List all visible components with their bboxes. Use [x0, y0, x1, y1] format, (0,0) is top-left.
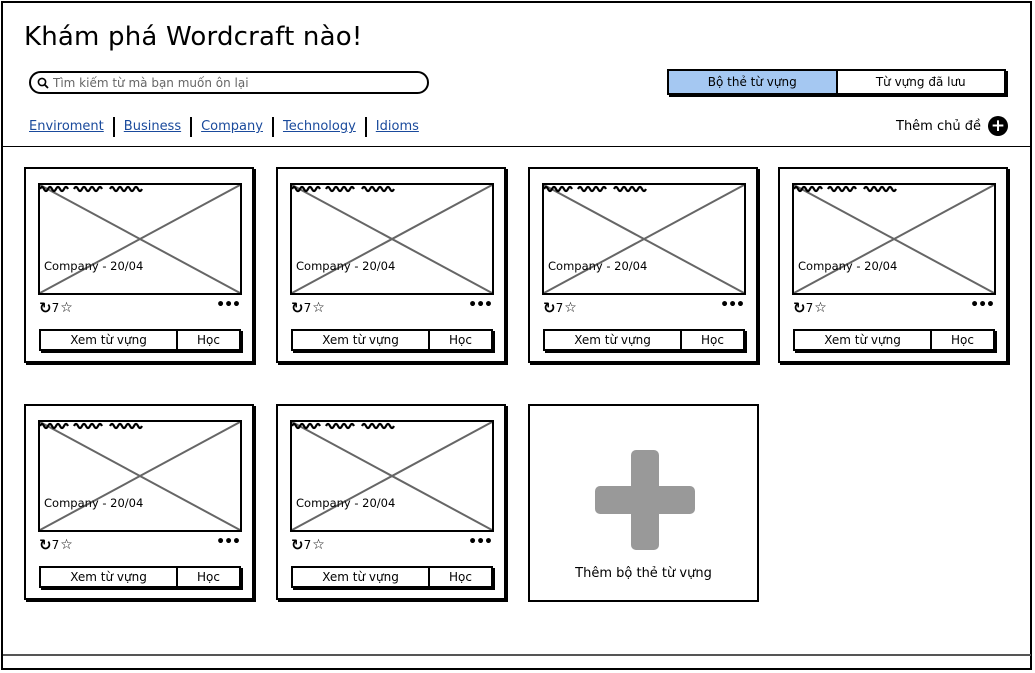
footer-divider — [3, 654, 1031, 656]
topic-link[interactable]: Technology — [271, 117, 365, 137]
learn-button[interactable]: Học — [932, 331, 993, 349]
search-bar[interactable] — [29, 71, 429, 94]
card-actions: Xem từ vựng Học — [291, 329, 493, 351]
card-actions: Xem từ vựng Học — [39, 566, 241, 588]
refresh-icon[interactable]: ↻ — [291, 536, 304, 554]
card-stats: ↻ 7 ☆ — [291, 536, 325, 554]
review-count: 7 — [51, 538, 60, 552]
add-vocab-set-card[interactable]: Thêm bộ thẻ từ vựng — [528, 404, 759, 602]
card-meta: Company - 20/04 — [296, 496, 396, 510]
card-stats: ↻ 7 ☆ — [39, 536, 73, 554]
card-meta: Company - 20/04 — [548, 259, 648, 273]
scribble-text — [544, 185, 647, 193]
scribble-text — [794, 185, 897, 193]
topic-link[interactable]: Business — [112, 117, 190, 137]
more-options-icon[interactable]: ••• — [720, 297, 745, 313]
refresh-icon[interactable]: ↻ — [39, 299, 52, 317]
star-icon[interactable]: ☆ — [814, 300, 827, 316]
review-count: 7 — [303, 301, 312, 315]
card-meta: Company - 20/04 — [44, 496, 144, 510]
star-icon[interactable]: ☆ — [312, 300, 325, 316]
tab-vocab-sets[interactable]: Bộ thẻ từ vựng — [669, 71, 838, 93]
add-topic-label: Thêm chủ đề — [896, 118, 981, 134]
image-placeholder: Company - 20/04 — [38, 183, 242, 295]
review-count: 7 — [555, 301, 564, 315]
header-divider — [3, 146, 1031, 147]
scribble-text — [40, 185, 143, 193]
refresh-icon[interactable]: ↻ — [793, 299, 806, 317]
topic-link[interactable]: Enviroment — [29, 117, 113, 137]
image-placeholder: Company - 20/04 — [290, 183, 494, 295]
card-meta: Company - 20/04 — [798, 259, 898, 273]
scribble-text — [292, 422, 395, 430]
card-meta: Company - 20/04 — [296, 259, 396, 273]
image-placeholder: Company - 20/04 — [38, 420, 242, 532]
tab-saved-vocab[interactable]: Từ vựng đã lưu — [838, 71, 1005, 93]
view-toggle: Bộ thẻ từ vựng Từ vựng đã lưu — [667, 69, 1006, 95]
card-actions: Xem từ vựng Học — [793, 329, 995, 351]
learn-button[interactable]: Học — [178, 331, 239, 349]
scribble-text — [292, 185, 395, 193]
refresh-icon[interactable]: ↻ — [39, 536, 52, 554]
more-options-icon[interactable]: ••• — [216, 534, 241, 550]
card-stats: ↻ 7 ☆ — [793, 299, 827, 317]
more-options-icon[interactable]: ••• — [216, 297, 241, 313]
star-icon[interactable]: ☆ — [564, 300, 577, 316]
topic-link[interactable]: Idioms — [364, 117, 428, 137]
review-count: 7 — [303, 538, 312, 552]
card-stats: ↻ 7 ☆ — [543, 299, 577, 317]
search-input[interactable] — [49, 75, 413, 90]
vocab-set-card[interactable]: Company - 20/04 ↻ 7 ☆ ••• Xem từ vựng Họ… — [528, 167, 758, 363]
star-icon[interactable]: ☆ — [312, 537, 325, 553]
learn-button[interactable]: Học — [430, 331, 491, 349]
card-stats: ↻ 7 ☆ — [39, 299, 73, 317]
card-stats: ↻ 7 ☆ — [291, 299, 325, 317]
learn-button[interactable]: Học — [682, 331, 743, 349]
add-topic-button[interactable]: Thêm chủ đề + — [896, 116, 1008, 136]
view-vocab-button[interactable]: Xem từ vựng — [41, 568, 178, 586]
plus-icon — [595, 450, 695, 550]
image-placeholder: Company - 20/04 — [542, 183, 746, 295]
card-actions: Xem từ vựng Học — [291, 566, 493, 588]
review-count: 7 — [805, 301, 814, 315]
more-options-icon[interactable]: ••• — [970, 297, 995, 313]
card-actions: Xem từ vựng Học — [543, 329, 745, 351]
search-icon — [37, 77, 49, 89]
card-meta: Company - 20/04 — [44, 259, 144, 273]
vocab-set-card[interactable]: Company - 20/04 ↻ 7 ☆ ••• Xem từ vựng Họ… — [778, 167, 1008, 363]
vocab-set-card[interactable]: Company - 20/04 ↻ 7 ☆ ••• Xem từ vựng Họ… — [24, 404, 254, 600]
vocab-set-card[interactable]: Company - 20/04 ↻ 7 ☆ ••• Xem từ vựng Họ… — [276, 404, 506, 600]
review-count: 7 — [51, 301, 60, 315]
image-placeholder: Company - 20/04 — [290, 420, 494, 532]
page-title: Khám phá Wordcraft nào! — [24, 22, 363, 52]
star-icon[interactable]: ☆ — [60, 300, 73, 316]
learn-button[interactable]: Học — [430, 568, 491, 586]
learn-button[interactable]: Học — [178, 568, 239, 586]
vocab-set-card[interactable]: Company - 20/04 ↻ 7 ☆ ••• Xem từ vựng Họ… — [276, 167, 506, 363]
refresh-icon[interactable]: ↻ — [543, 299, 556, 317]
card-actions: Xem từ vựng Học — [39, 329, 241, 351]
plus-circle-icon: + — [987, 116, 1008, 136]
view-vocab-button[interactable]: Xem từ vựng — [293, 331, 430, 349]
refresh-icon[interactable]: ↻ — [291, 299, 304, 317]
topic-link[interactable]: Company — [190, 117, 272, 137]
star-icon[interactable]: ☆ — [60, 537, 73, 553]
scribble-text — [40, 422, 143, 430]
vocab-set-card[interactable]: Company - 20/04 ↻ 7 ☆ ••• Xem từ vựng Họ… — [24, 167, 254, 363]
more-options-icon[interactable]: ••• — [468, 297, 493, 313]
view-vocab-button[interactable]: Xem từ vựng — [545, 331, 682, 349]
topic-list: Enviroment Business Company Technology I… — [29, 116, 428, 138]
view-vocab-button[interactable]: Xem từ vựng — [293, 568, 430, 586]
image-placeholder: Company - 20/04 — [792, 183, 996, 295]
view-vocab-button[interactable]: Xem từ vựng — [41, 331, 178, 349]
more-options-icon[interactable]: ••• — [468, 534, 493, 550]
view-vocab-button[interactable]: Xem từ vựng — [795, 331, 932, 349]
add-vocab-set-label: Thêm bộ thẻ từ vựng — [575, 566, 712, 581]
